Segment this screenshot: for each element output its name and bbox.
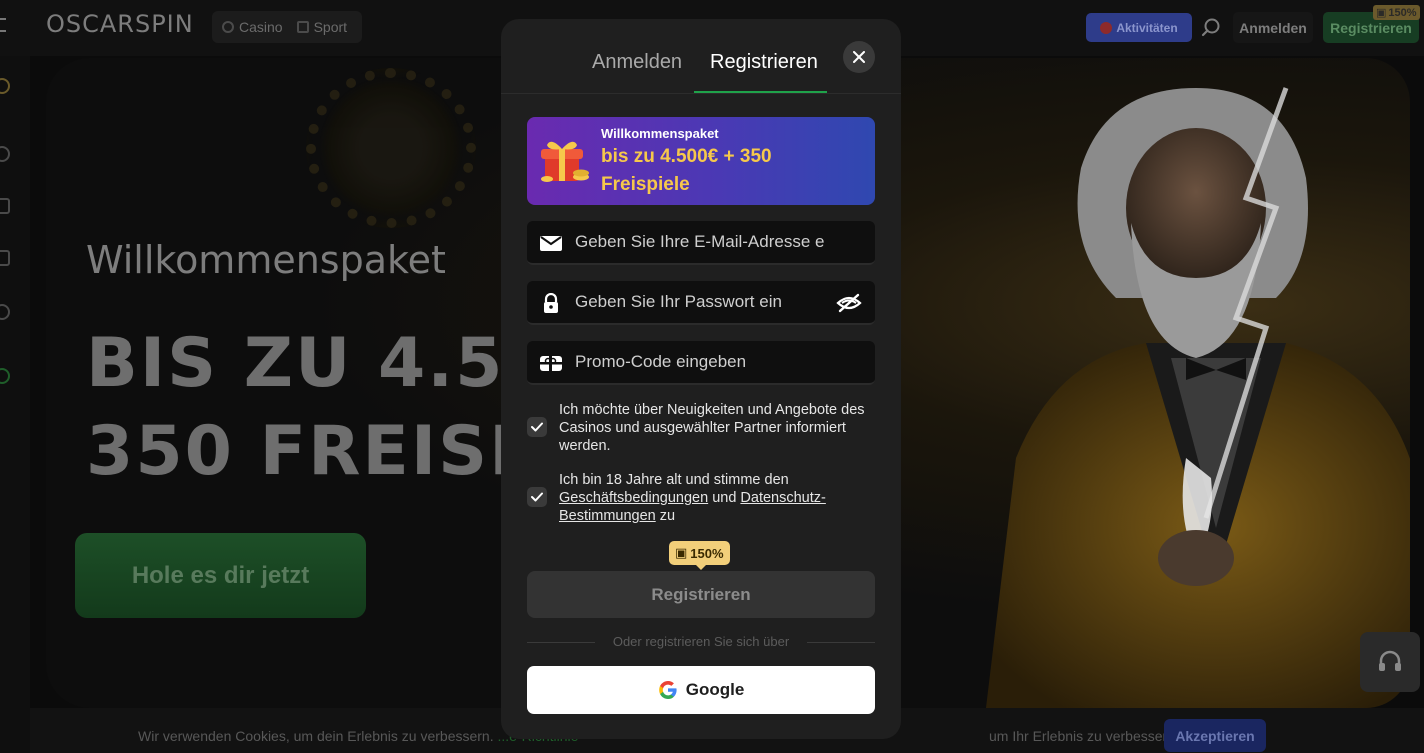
page: OSCARSPIN Casino Sport Aktivitäten Anmel… bbox=[0, 0, 1424, 753]
register-bonus-badge: ▣ 150% bbox=[669, 541, 730, 570]
headset-icon bbox=[1379, 650, 1401, 671]
search-icon[interactable] bbox=[1201, 17, 1221, 37]
activity-icon bbox=[1100, 21, 1113, 34]
welcome-bonus-banner: Willkommenspaket bis zu 4.500€ + 350 Fre… bbox=[527, 117, 875, 205]
casino-chip-decoration bbox=[306, 68, 476, 228]
login-button[interactable]: Anmelden bbox=[1233, 12, 1313, 43]
register-bonus-badge-top-label: 150% bbox=[1388, 6, 1417, 19]
modal-tabs: Anmelden Registrieren bbox=[501, 19, 901, 94]
register-submit-button[interactable]: Registrieren bbox=[527, 571, 875, 618]
consent-terms-suffix: zu bbox=[659, 508, 676, 524]
consent-news-text: Ich möchte über Neuigkeiten und Angebote… bbox=[559, 402, 865, 454]
nav-casino[interactable]: Casino bbox=[222, 19, 283, 35]
hero-subtitle: Willkommenspaket bbox=[86, 238, 446, 282]
tab-login[interactable]: Anmelden bbox=[592, 51, 682, 74]
sport-icon bbox=[296, 21, 309, 33]
nav-casino-label: Casino bbox=[239, 19, 283, 35]
email-input[interactable] bbox=[575, 221, 825, 263]
google-button-label: Google bbox=[685, 680, 745, 699]
logo[interactable]: OSCARSPIN bbox=[46, 10, 194, 38]
mail-icon bbox=[540, 236, 562, 251]
terms-link[interactable]: Geschäftsbedingungen bbox=[559, 490, 708, 506]
email-field bbox=[527, 221, 875, 265]
register-bonus-badge-top: ▣ 150% bbox=[1373, 5, 1420, 20]
menu-icon[interactable] bbox=[0, 18, 6, 32]
cookie-text-start: Wir verwenden Cookies, um dein Erlebnis … bbox=[138, 728, 494, 744]
hero-character-illustration bbox=[986, 87, 1410, 708]
google-signup-button[interactable]: Google bbox=[527, 666, 875, 714]
divider-line-right bbox=[807, 642, 875, 643]
gift-box-icon bbox=[541, 141, 589, 182]
sidebar-promo-icon[interactable] bbox=[0, 78, 10, 94]
support-button[interactable] bbox=[1360, 632, 1420, 692]
active-tab-indicator bbox=[694, 91, 827, 93]
consent-terms-prefix: Ich bin 18 Jahre alt und stimme den bbox=[559, 472, 789, 488]
tab-register[interactable]: Registrieren bbox=[710, 51, 818, 74]
gift-card-icon bbox=[540, 356, 562, 371]
check-icon bbox=[531, 422, 543, 432]
consent-news-checkbox[interactable] bbox=[527, 417, 547, 437]
gift-icon: ▣ bbox=[1376, 7, 1387, 19]
register-modal: Anmelden Registrieren Willkommenspaket b… bbox=[501, 19, 901, 739]
gift-icon: ▣ bbox=[675, 545, 688, 560]
lock-icon bbox=[544, 293, 558, 313]
close-icon bbox=[853, 51, 865, 63]
activity-label: Aktivitäten bbox=[1116, 20, 1178, 35]
nav-sport[interactable]: Sport bbox=[296, 19, 348, 35]
hero-cta-button[interactable]: Hole es dir jetzt bbox=[75, 533, 366, 618]
google-icon bbox=[658, 681, 677, 699]
welcome-bonus-amount: bis zu 4.500€ + 350 Freispiele bbox=[601, 146, 772, 195]
consent-terms-text: Ich bin 18 Jahre alt und stimme den Gesc… bbox=[559, 471, 869, 525]
password-input[interactable] bbox=[575, 281, 825, 323]
consent-terms-checkbox[interactable] bbox=[527, 487, 547, 507]
promo-code-input[interactable] bbox=[575, 341, 825, 383]
welcome-bonus-label: Willkommenspaket bbox=[601, 126, 719, 141]
nav-sport-label: Sport bbox=[313, 19, 348, 35]
eye-off-icon[interactable] bbox=[836, 292, 862, 314]
sidebar-wifi-icon[interactable] bbox=[0, 198, 10, 214]
consent-terms-and: und bbox=[712, 490, 737, 506]
sidebar-cards-icon[interactable] bbox=[0, 250, 10, 266]
close-button[interactable] bbox=[843, 41, 875, 73]
sidebar-live-icon[interactable] bbox=[0, 368, 10, 384]
check-icon bbox=[531, 492, 543, 502]
cookie-text-end: um Ihr Erlebnis zu verbessern. bbox=[989, 728, 1179, 744]
sidebar bbox=[0, 56, 30, 753]
social-divider: Oder registrieren Sie sich über bbox=[527, 633, 875, 651]
register-bonus-badge-label: 150% bbox=[690, 545, 724, 561]
casino-icon bbox=[222, 21, 234, 33]
cookie-accept-button[interactable]: Akzeptieren bbox=[1164, 719, 1266, 752]
activity-button[interactable]: Aktivitäten bbox=[1086, 13, 1192, 42]
password-field bbox=[527, 281, 875, 325]
sidebar-chip-icon[interactable] bbox=[0, 304, 10, 320]
top-nav: Casino Sport bbox=[212, 11, 362, 43]
sidebar-globe-icon[interactable] bbox=[0, 146, 10, 162]
promo-code-field bbox=[527, 341, 875, 385]
